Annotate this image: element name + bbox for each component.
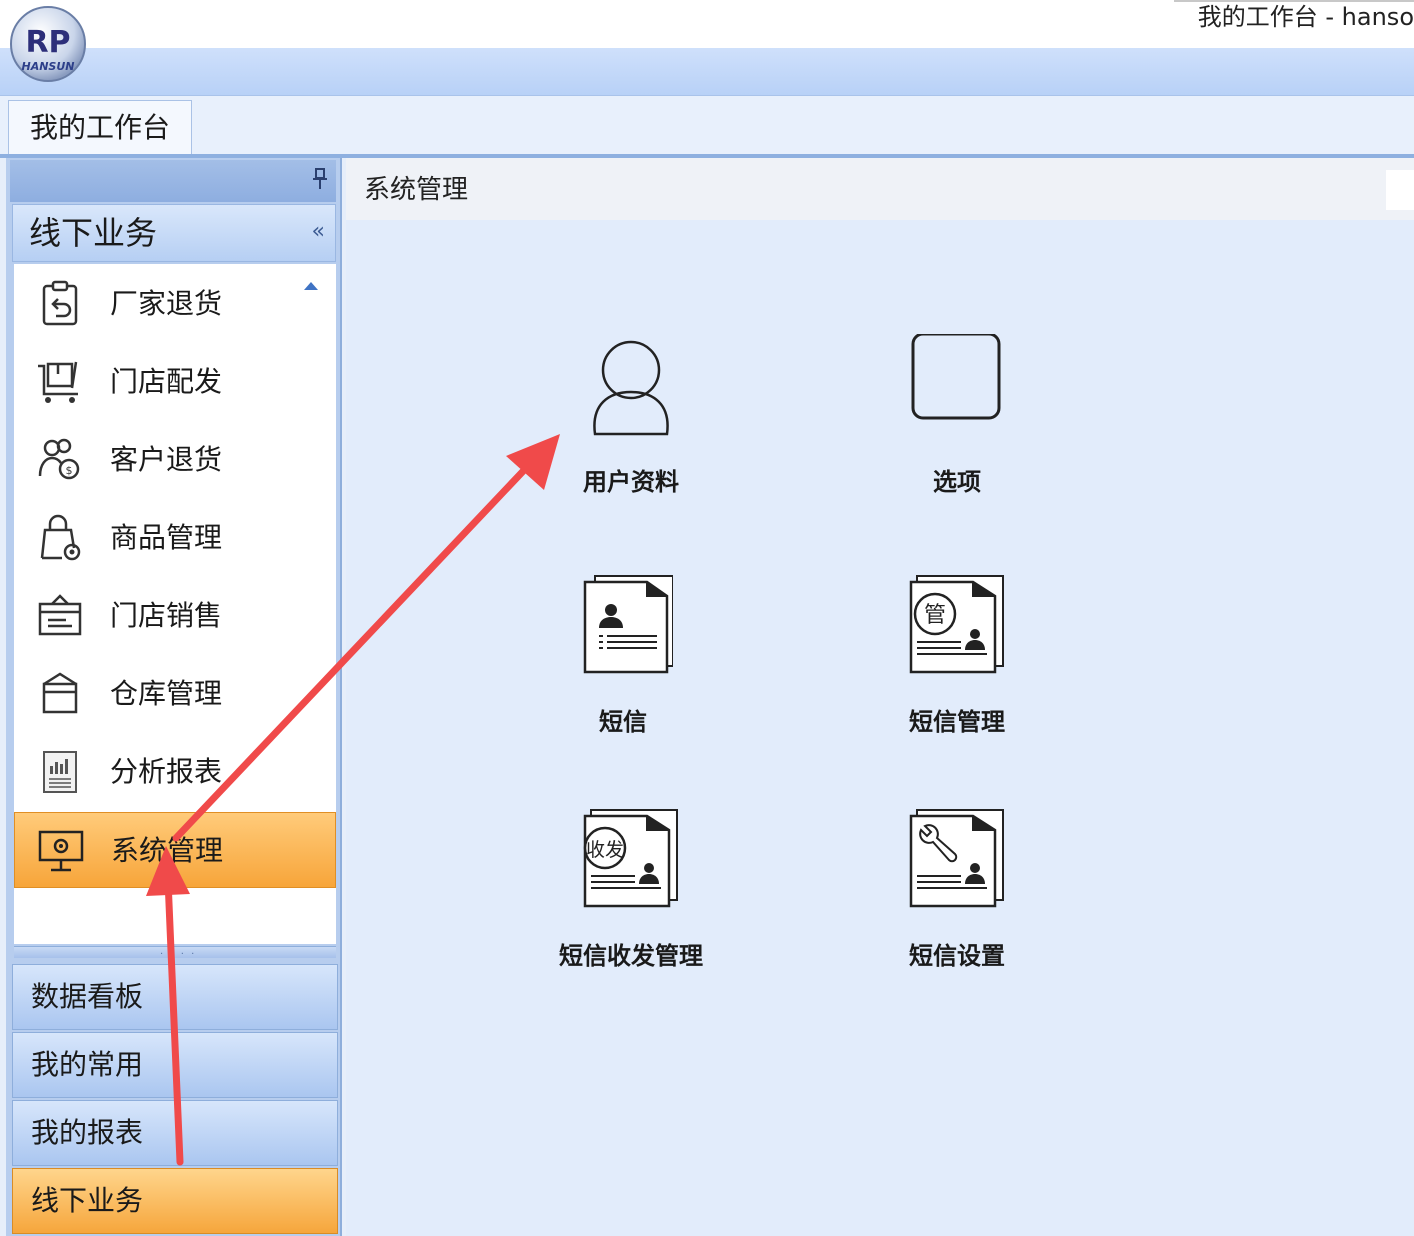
tile-options[interactable]: 选项 — [842, 334, 1072, 524]
nav-button-data-dashboard[interactable]: 数据看板 — [12, 964, 338, 1030]
tile-sms-send-receive[interactable]: 收发 短信收发管理 — [516, 808, 746, 998]
sidebar-splitter[interactable]: · · · · — [14, 946, 336, 960]
cart-icon — [38, 361, 78, 403]
svg-text:$: $ — [66, 464, 73, 477]
pin-icon[interactable] — [312, 168, 328, 190]
tile-sms[interactable]: 短信 — [508, 574, 738, 764]
sidebar-item-label: 仓库管理 — [110, 677, 223, 710]
splitter-grip-icon: · · · · — [160, 949, 197, 960]
sidebar-item-label: 门店配发 — [110, 365, 223, 398]
sidebar-item-label: 厂家退货 — [110, 287, 223, 320]
sms-settings-document-icon — [909, 809, 1004, 908]
sidebar-item-system-management[interactable]: 系统管理 — [14, 812, 336, 888]
tile-sms-management[interactable]: 管 短信管理 — [842, 574, 1072, 764]
sidebar-header — [10, 160, 336, 202]
ribbon-bar — [0, 48, 1414, 96]
collapse-icon[interactable]: « — [312, 219, 325, 245]
product-bag-icon — [40, 514, 81, 561]
sms-manage-document-icon: 管 — [909, 575, 1004, 674]
group-header-offline-business[interactable]: 线下业务 « — [12, 204, 336, 262]
store-sales-icon — [38, 594, 82, 636]
sidebar-item-customer-return[interactable]: $ 客户退货 — [14, 422, 336, 498]
warehouse-icon — [42, 672, 78, 714]
tile-label: 短信管理 — [909, 708, 1005, 736]
sms-send-receive-document-icon: 收发 — [583, 809, 678, 908]
nav-button-my-reports[interactable]: 我的报表 — [12, 1100, 338, 1166]
sidebar-item-label: 商品管理 — [110, 521, 223, 554]
sms-send-receive-badge: 收发 — [586, 839, 624, 861]
sidebar-item-label: 分析报表 — [110, 755, 223, 788]
group-header-label: 线下业务 — [29, 214, 158, 252]
nav-button-offline-business[interactable]: 线下业务 — [12, 1168, 338, 1234]
content-panel: 系统管理 用户资料 选项 短信 管 短信管理 收发 短信收发管理 短信设置 — [346, 158, 1414, 1236]
title-bar: 我的工作台 - hanso — [0, 0, 1414, 48]
user-outline-icon — [593, 340, 669, 436]
sidebar-item-store-sales[interactable]: 门店销售 — [14, 578, 336, 654]
tile-sms-settings[interactable]: 短信设置 — [842, 808, 1072, 998]
tile-label: 短信 — [599, 708, 647, 736]
sidebar-item-label: 客户退货 — [110, 443, 223, 476]
sidebar-item-warehouse[interactable]: 仓库管理 — [14, 656, 336, 732]
window-title: 我的工作台 - hanso — [1173, 0, 1414, 34]
app-logo-icon[interactable]: RP HANSUN — [8, 4, 88, 84]
sms-manage-badge: 管 — [924, 603, 946, 628]
logo-subtext: HANSUN — [22, 60, 75, 73]
sidebar-item-analysis-report[interactable]: 分析报表 — [14, 734, 336, 810]
sidebar-item-list: 厂家退货 门店配发 $ 客户退货 商品管理 门店销售 仓库管理 分析报表 系统管… — [14, 264, 336, 944]
tile-label: 选项 — [933, 468, 981, 496]
monitor-gear-icon — [38, 830, 84, 872]
tile-label: 短信设置 — [909, 942, 1005, 970]
rounded-square-icon — [911, 334, 1001, 420]
nav-button-my-favorites[interactable]: 我的常用 — [12, 1032, 338, 1098]
return-clipboard-icon — [42, 280, 78, 326]
sms-document-icon — [583, 575, 673, 674]
tile-user-profile[interactable]: 用户资料 — [516, 334, 746, 524]
sidebar-item-product-management[interactable]: 商品管理 — [14, 500, 336, 576]
sidebar-item-vendor-return[interactable]: 厂家退货 — [14, 266, 336, 342]
tab-my-workbench[interactable]: 我的工作台 — [8, 100, 192, 156]
content-title-text: 系统管理 — [364, 175, 469, 205]
content-title-box — [1386, 170, 1414, 210]
sidebar-item-label: 门店销售 — [110, 599, 223, 632]
report-icon — [43, 751, 77, 793]
tab-strip: 我的工作台 — [0, 96, 1414, 156]
customer-return-icon: $ — [38, 438, 80, 480]
tile-label: 用户资料 — [583, 468, 679, 496]
tile-label: 短信收发管理 — [559, 942, 703, 970]
sidebar-item-label: 系统管理 — [111, 834, 224, 867]
sidebar: 线下业务 « 厂家退货 门店配发 $ 客户退货 商品管理 门店销售 仓库管理 分… — [6, 158, 342, 1236]
content-title: 系统管理 — [346, 158, 1414, 220]
logo-text: RP — [25, 25, 70, 60]
sidebar-item-store-distribution[interactable]: 门店配发 — [14, 344, 336, 420]
